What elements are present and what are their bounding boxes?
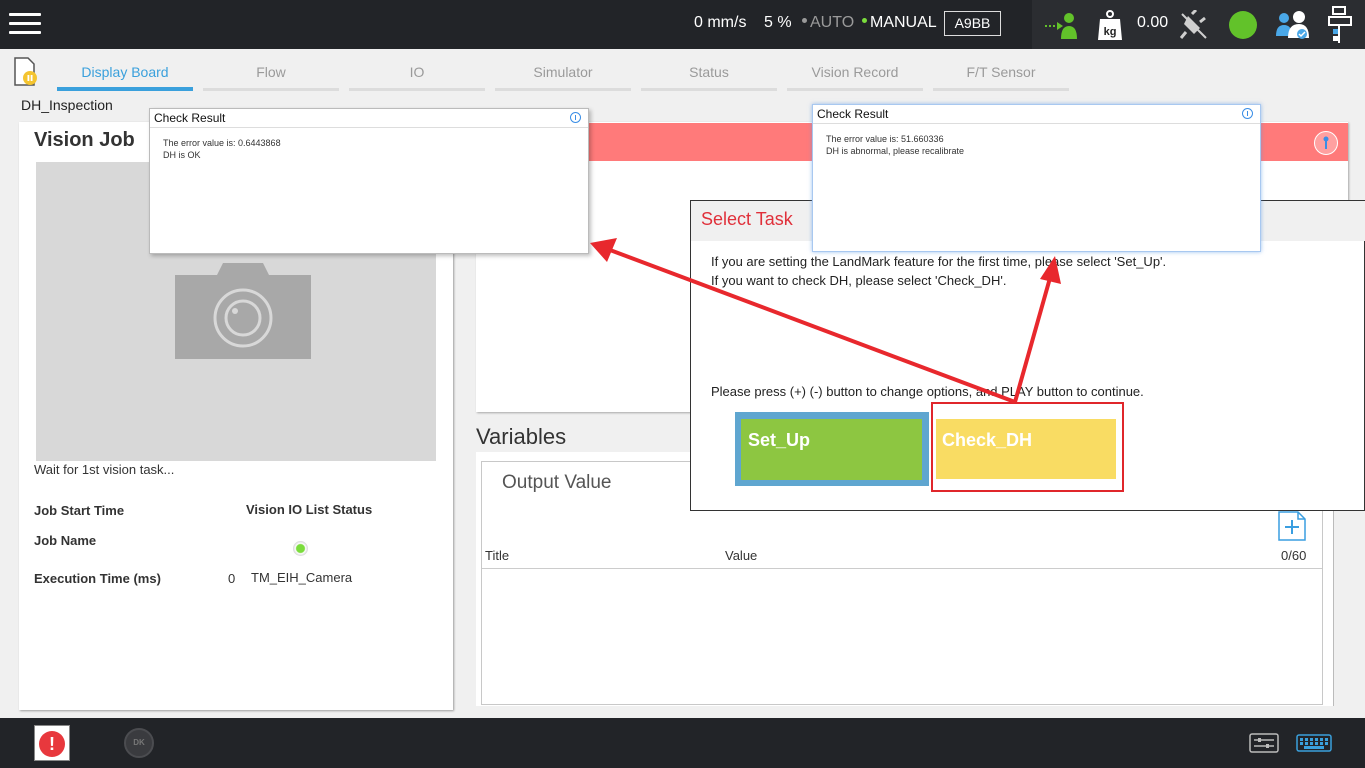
check-result-error-value: The error value is: 0.6443868 [163, 138, 281, 148]
vision-io-status-label: Vision IO List Status [246, 502, 373, 517]
select-task-instruction: Please press (+) (-) button to change op… [711, 384, 1144, 399]
weight-kg-icon[interactable]: kg [1097, 9, 1123, 41]
auto-mode-label: AUTO [810, 14, 855, 31]
tab-io[interactable]: IO [349, 64, 485, 91]
tab-display-board[interactable]: Display Board [57, 64, 193, 91]
select-task-line1: If you are setting the LandMark feature … [711, 254, 1167, 269]
output-value-title: Output Value [502, 472, 612, 493]
check-result-window-ok[interactable]: Check Result The error value is: 0.64438… [149, 108, 589, 254]
camera-icon [175, 263, 311, 359]
tab-status[interactable]: Status [641, 64, 777, 91]
speed-percent[interactable]: 5 % [764, 14, 792, 32]
top-bar: 0 mm/s 5 % AUTO MANUAL A9BB kg 0.00 [0, 0, 1365, 49]
annotation-highlight-box [931, 402, 1124, 492]
check-result-status: DH is OK [163, 150, 201, 160]
tab-simulator[interactable]: Simulator [495, 64, 631, 91]
setup-option-label: Set_Up [748, 430, 811, 450]
controller-icon[interactable] [1249, 733, 1279, 753]
column-title[interactable]: Title [485, 548, 509, 563]
tab-vision-record[interactable]: Vision Record [787, 64, 923, 91]
dk-icon[interactable]: DK [124, 728, 154, 758]
job-name-label: Job Name [34, 533, 97, 548]
check-result-status: DH is abnormal, please recalibrate [826, 146, 965, 156]
manual-mode[interactable]: MANUAL [862, 14, 937, 32]
menu-icon[interactable] [9, 8, 41, 40]
add-file-icon[interactable] [1278, 511, 1306, 541]
camera-wait-text: Wait for 1st vision task... [34, 462, 175, 477]
execution-time-label: Execution Time (ms) [34, 571, 161, 586]
auto-mode[interactable]: AUTO [802, 14, 854, 32]
check-result-title: Check Result [817, 107, 889, 121]
robot-code-badge: A9BB [944, 11, 1001, 36]
select-task-line2: If you want to check DH, please select '… [711, 273, 1007, 288]
execution-time-value: 0 [228, 571, 236, 586]
users-icon[interactable] [1275, 8, 1309, 42]
status-circle-icon[interactable] [1229, 11, 1257, 39]
check-result-window-abnormal[interactable]: Check Result The error value is: 51.6603… [812, 104, 1261, 252]
speed-readout: 0 mm/s [694, 14, 747, 31]
variables-title: Variables [476, 424, 567, 449]
payload-weight: 0.00 [1137, 14, 1169, 31]
pin-icon[interactable] [1314, 131, 1338, 155]
job-start-time-label: Job Start Time [34, 503, 125, 518]
svg-text:kg: kg [1104, 26, 1117, 38]
manual-mode-label: MANUAL [870, 14, 937, 31]
tab-ft-sensor[interactable]: F/T Sensor [933, 64, 1069, 91]
robot-user-icon[interactable] [1043, 10, 1077, 40]
project-doc-icon[interactable] [13, 57, 39, 87]
keyboard-icon[interactable] [1296, 734, 1332, 752]
project-name: DH_Inspection [21, 97, 113, 113]
pin-icon[interactable] [570, 112, 581, 123]
tab-flow[interactable]: Flow [203, 64, 339, 91]
table-divider [482, 568, 1322, 569]
variables-count: 0/60 [1281, 548, 1307, 563]
pin-icon[interactable] [1242, 108, 1253, 119]
plug-icon[interactable] [1180, 10, 1208, 40]
bottom-bar [0, 718, 1365, 768]
vision-job-title: Vision Job [34, 129, 135, 151]
alert-icon[interactable]: ! [39, 731, 65, 757]
column-value[interactable]: Value [725, 548, 757, 563]
check-result-error-value: The error value is: 51.660336 [826, 134, 944, 144]
io-icon[interactable] [1325, 5, 1357, 45]
check-result-title: Check Result [154, 111, 226, 125]
camera-name: TM_EIH_Camera [251, 570, 353, 585]
select-task-title: Select Task [701, 209, 793, 229]
vision-io-status-indicator [293, 541, 308, 556]
